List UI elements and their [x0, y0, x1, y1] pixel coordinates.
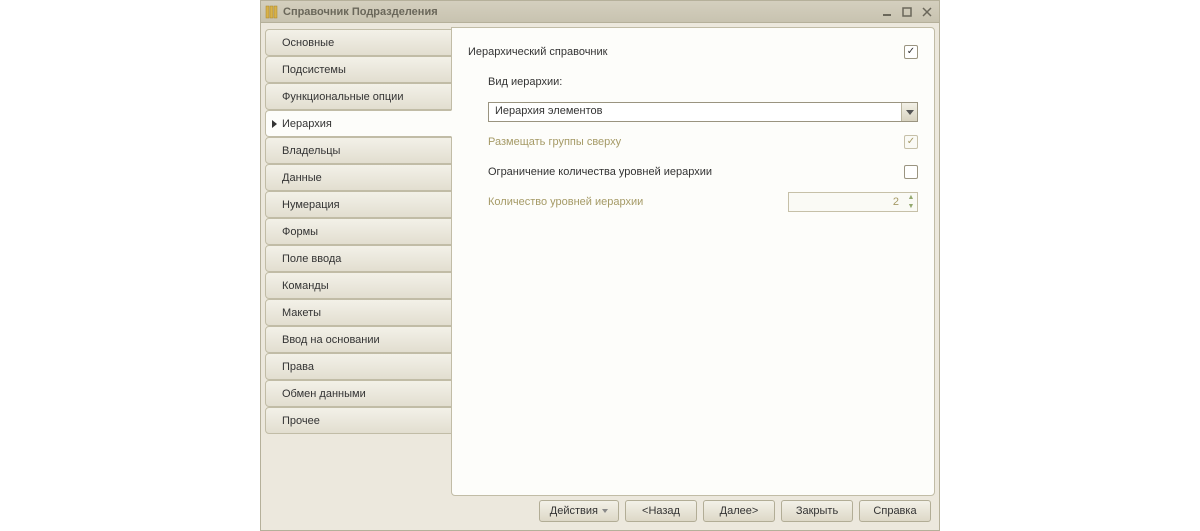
dropdown-icon [901, 103, 917, 121]
hierarchy-type-label: Вид иерархии: [488, 76, 918, 88]
levels-count-label: Количество уровней иерархии [488, 196, 788, 208]
sidebar-item-rights[interactable]: Права [265, 353, 452, 380]
sidebar-item-label: Основные [282, 37, 334, 49]
dialog-window: Справочник Подразделения Основные Подсис… [260, 0, 940, 531]
sidebar-item-label: Команды [282, 280, 329, 292]
hierarchical-label: Иерархический справочник [468, 46, 904, 58]
groups-on-top-label: Размещать группы сверху [488, 136, 904, 148]
close-button[interactable] [919, 5, 935, 19]
sidebar: Основные Подсистемы Функциональные опции… [265, 27, 451, 496]
help-label: Справка [873, 505, 916, 517]
sidebar-item-label: Ввод на основании [282, 334, 380, 346]
hierarchy-type-value: Иерархия элементов [489, 103, 901, 121]
next-button[interactable]: Далее> [703, 500, 775, 522]
help-button[interactable]: Справка [859, 500, 931, 522]
sidebar-item-label: Обмен данными [282, 388, 366, 400]
sidebar-item-forms[interactable]: Формы [265, 218, 452, 245]
groups-on-top-checkbox [904, 135, 918, 149]
back-label: <Назад [642, 505, 680, 517]
footer: Действия <Назад Далее> Закрыть Справка [261, 496, 939, 530]
row-hierarchy-type-select: Иерархия элементов [468, 102, 918, 122]
limit-levels-label: Ограничение количества уровней иерархии [488, 166, 904, 178]
row-levels-count: Количество уровней иерархии 2 ▲ ▼ [468, 192, 918, 212]
row-hierarchical: Иерархический справочник [468, 42, 918, 62]
sidebar-item-owners[interactable]: Владельцы [265, 137, 452, 164]
sidebar-item-input-field[interactable]: Поле ввода [265, 245, 452, 272]
sidebar-item-label: Макеты [282, 307, 321, 319]
content-panel: Иерархический справочник Вид иерархии: И… [451, 27, 935, 496]
sidebar-item-label: Функциональные опции [282, 91, 403, 103]
actions-label: Действия [550, 505, 598, 517]
sidebar-item-hierarchy[interactable]: Иерархия [265, 110, 452, 137]
minimize-button[interactable] [879, 5, 895, 19]
sidebar-item-other[interactable]: Прочее [265, 407, 452, 434]
maximize-button[interactable] [899, 5, 915, 19]
body: Основные Подсистемы Функциональные опции… [261, 23, 939, 496]
hierarchy-type-select[interactable]: Иерархия элементов [488, 102, 918, 122]
spinner-up-icon: ▲ [905, 193, 917, 202]
row-hierarchy-type-label: Вид иерархии: [468, 72, 918, 92]
sidebar-item-data[interactable]: Данные [265, 164, 452, 191]
sidebar-item-label: Подсистемы [282, 64, 346, 76]
sidebar-item-label: Права [282, 361, 314, 373]
sidebar-item-label: Иерархия [282, 118, 332, 130]
sidebar-item-subsystems[interactable]: Подсистемы [265, 56, 452, 83]
row-limit-levels: Ограничение количества уровней иерархии [468, 162, 918, 182]
window-title: Справочник Подразделения [283, 6, 438, 18]
sidebar-item-data-exchange[interactable]: Обмен данными [265, 380, 452, 407]
sidebar-item-label: Данные [282, 172, 322, 184]
close-label: Закрыть [796, 505, 838, 517]
sidebar-item-label: Прочее [282, 415, 320, 427]
levels-count-spinner: 2 ▲ ▼ [788, 192, 918, 212]
sidebar-item-main[interactable]: Основные [265, 29, 452, 56]
row-groups-on-top: Размещать группы сверху [468, 132, 918, 152]
active-marker-icon [272, 120, 277, 128]
sidebar-item-label: Нумерация [282, 199, 340, 211]
sidebar-item-label: Владельцы [282, 145, 340, 157]
sidebar-item-commands[interactable]: Команды [265, 272, 452, 299]
sidebar-item-numbering[interactable]: Нумерация [265, 191, 452, 218]
limit-levels-checkbox[interactable] [904, 165, 918, 179]
close-dialog-button[interactable]: Закрыть [781, 500, 853, 522]
back-button[interactable]: <Назад [625, 500, 697, 522]
sidebar-item-label: Формы [282, 226, 318, 238]
spinner-down-icon: ▼ [905, 202, 917, 211]
next-label: Далее> [720, 505, 759, 517]
sidebar-item-input-on-basis[interactable]: Ввод на основании [265, 326, 452, 353]
titlebar: Справочник Подразделения [261, 1, 939, 23]
sidebar-item-templates[interactable]: Макеты [265, 299, 452, 326]
app-icon [265, 5, 279, 19]
chevron-down-icon [602, 509, 608, 513]
sidebar-item-label: Поле ввода [282, 253, 341, 265]
hierarchical-checkbox[interactable] [904, 45, 918, 59]
levels-count-value: 2 [789, 196, 905, 208]
sidebar-item-functional-options[interactable]: Функциональные опции [265, 83, 452, 110]
actions-button[interactable]: Действия [539, 500, 619, 522]
